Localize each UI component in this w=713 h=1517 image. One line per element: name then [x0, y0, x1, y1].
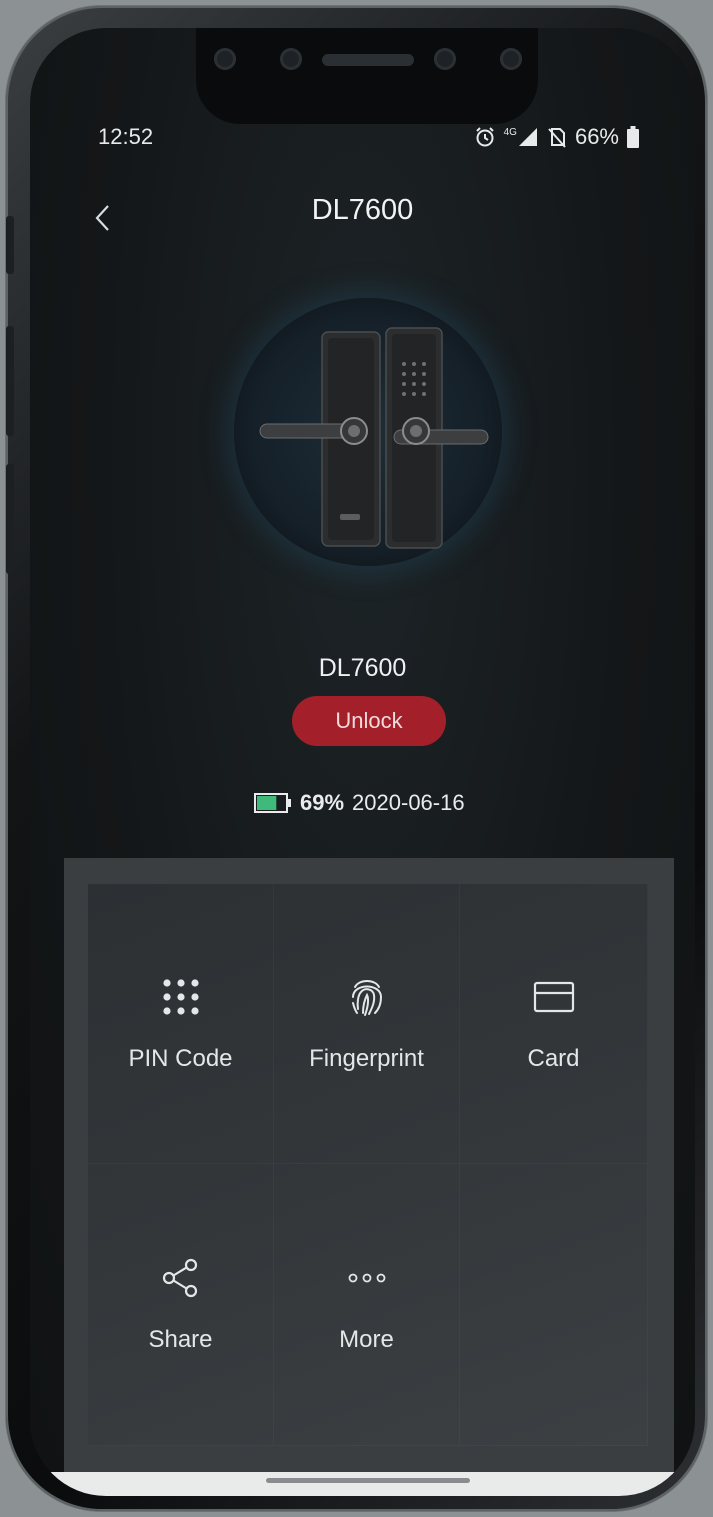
pin-code-button[interactable]: PIN Code [88, 884, 274, 1164]
function-grid: PIN Code Fingerprint Card Share More [88, 884, 648, 1446]
card-label: Card [527, 1044, 580, 1072]
last-sync-date: 2020-06-16 [352, 790, 465, 815]
signal-icon [518, 128, 537, 146]
lock-battery-percent: 69% [300, 790, 345, 815]
more-button[interactable]: More [274, 1164, 460, 1446]
screen: 12:52 4G 66% DL7600 DL7600 Unlock 69% 20… [30, 28, 695, 1496]
volume-down-button [6, 464, 14, 574]
home-indicator[interactable] [266, 1478, 470, 1483]
volume-up-button [6, 326, 14, 436]
lock-battery-icon [254, 793, 291, 813]
status-time: 12:52 [98, 124, 154, 149]
front-camera-icon [434, 48, 456, 70]
device-name: DL7600 [318, 654, 407, 682]
pin-code-label: PIN Code [128, 1044, 233, 1072]
more-icon [348, 1273, 385, 1282]
no-sim-icon [548, 128, 566, 148]
camera-notch [196, 28, 538, 124]
network-type: 4G [503, 126, 517, 138]
share-button[interactable]: Share [88, 1164, 274, 1446]
page-title: DL7600 [311, 194, 414, 226]
function-panel: PIN Code Fingerprint Card Share More [64, 858, 674, 1478]
battery-status: 69% 2020-06-16 [254, 790, 465, 816]
card-button[interactable]: Card [460, 884, 648, 1164]
sensor-icon [214, 48, 236, 70]
card-icon [533, 981, 574, 1012]
fingerprint-button[interactable]: Fingerprint [274, 884, 460, 1164]
proximity-sensor-icon [500, 48, 522, 70]
speaker-grille [322, 54, 414, 66]
fingerprint-label: Fingerprint [309, 1044, 424, 1072]
phone-frame: 12:52 4G 66% DL7600 DL7600 Unlock 69% 20… [6, 6, 707, 1511]
status-icons: 4G 66% [474, 124, 639, 150]
side-button [6, 216, 14, 274]
door-lock-image [259, 327, 489, 549]
camera-icon [280, 48, 302, 70]
unlock-button[interactable]: Unlock [292, 696, 446, 746]
battery-icon [627, 126, 639, 148]
share-label: Share [148, 1325, 213, 1353]
navigation-bar [30, 1472, 695, 1496]
empty-cell [460, 1164, 648, 1446]
alarm-icon [475, 127, 494, 147]
keypad-icon [162, 978, 199, 1015]
battery-percent: 66% [574, 124, 619, 149]
fingerprint-icon [351, 979, 382, 1016]
more-label: More [339, 1325, 394, 1353]
share-icon [162, 1258, 197, 1297]
